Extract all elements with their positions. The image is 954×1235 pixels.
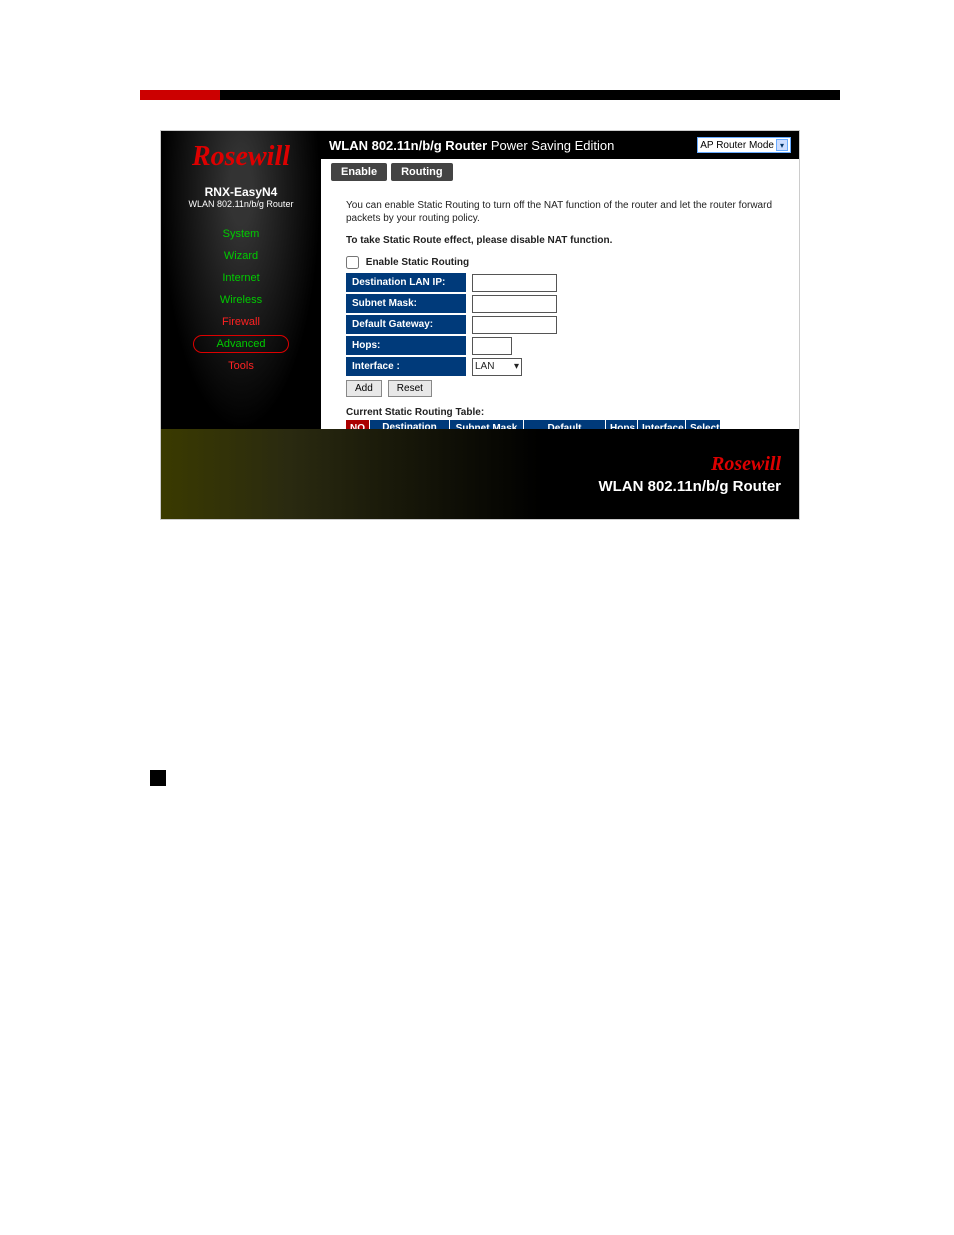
description-text: You can enable Static Routing to turn of…: [346, 199, 789, 225]
interface-label: Interface :: [346, 357, 466, 376]
interface-select-value: LAN: [475, 361, 494, 372]
footer-text: WLAN 802.11n/b/g Router: [598, 478, 781, 495]
default-gateway-label: Default Gateway:: [346, 315, 466, 334]
title-plain: Power Saving Edition: [487, 138, 614, 153]
static-routing-form: Enable Static Routing Destination LAN IP…: [346, 256, 789, 448]
nav-firewall[interactable]: Firewall: [161, 311, 321, 333]
doc-top-bar: [140, 90, 840, 100]
page-header: WLAN 802.11n/b/g Router Power Saving Edi…: [321, 131, 799, 159]
tab-routing[interactable]: Routing: [391, 163, 453, 181]
content-area: You can enable Static Routing to turn of…: [346, 199, 789, 448]
ui-footer: Rosewill WLAN 802.11n/b/g Router: [161, 429, 799, 519]
interface-select[interactable]: LAN ▾: [472, 358, 522, 376]
hops-label: Hops:: [346, 336, 466, 355]
default-gateway-input[interactable]: [472, 316, 557, 334]
tab-bar: Enable Routing: [331, 163, 453, 181]
doc-top-bar-accent: [140, 90, 220, 100]
nav-advanced[interactable]: Advanced: [193, 335, 289, 353]
sidebar: Rosewill RNX-EasyN4 WLAN 802.11n/b/g Rou…: [161, 131, 321, 431]
dropdown-arrow-icon: ▾: [514, 361, 519, 372]
enable-static-routing-checkbox[interactable]: [346, 256, 359, 269]
nav-list: System Wizard Internet Wireless Firewall…: [161, 223, 321, 377]
subnet-mask-label: Subnet Mask:: [346, 294, 466, 313]
page-title: WLAN 802.11n/b/g Router Power Saving Edi…: [329, 138, 614, 153]
routing-table-title: Current Static Routing Table:: [346, 407, 789, 418]
brand-logo: Rosewill: [161, 131, 321, 173]
subnet-mask-input[interactable]: [472, 295, 557, 313]
enable-checkbox-label: Enable Static Routing: [366, 257, 469, 268]
tab-enable[interactable]: Enable: [331, 163, 387, 181]
mode-select-value: AP Router Mode: [700, 140, 774, 151]
dest-lan-ip-label: Destination LAN IP:: [346, 273, 466, 292]
nav-wizard[interactable]: Wizard: [161, 245, 321, 267]
mode-select[interactable]: AP Router Mode ▾: [697, 137, 791, 153]
reset-button[interactable]: Reset: [388, 380, 432, 397]
nav-tools[interactable]: Tools: [161, 355, 321, 377]
router-admin-screenshot: Rosewill RNX-EasyN4 WLAN 802.11n/b/g Rou…: [160, 130, 800, 520]
dropdown-arrow-icon: ▾: [776, 139, 788, 151]
title-bold: WLAN 802.11n/b/g Router: [329, 138, 487, 153]
note-text: To take Static Route effect, please disa…: [346, 235, 789, 246]
footer-logo: Rosewill: [711, 453, 781, 476]
model-name: RNX-EasyN4: [161, 185, 321, 199]
nav-wireless[interactable]: Wireless: [161, 289, 321, 311]
hops-input[interactable]: [472, 337, 512, 355]
nav-internet[interactable]: Internet: [161, 267, 321, 289]
model-subtitle: WLAN 802.11n/b/g Router: [161, 199, 321, 209]
doc-bullet-square: [150, 770, 166, 786]
nav-system[interactable]: System: [161, 223, 321, 245]
dest-lan-ip-input[interactable]: [472, 274, 557, 292]
enable-checkbox-row: Enable Static Routing: [346, 256, 789, 269]
add-button[interactable]: Add: [346, 380, 382, 397]
